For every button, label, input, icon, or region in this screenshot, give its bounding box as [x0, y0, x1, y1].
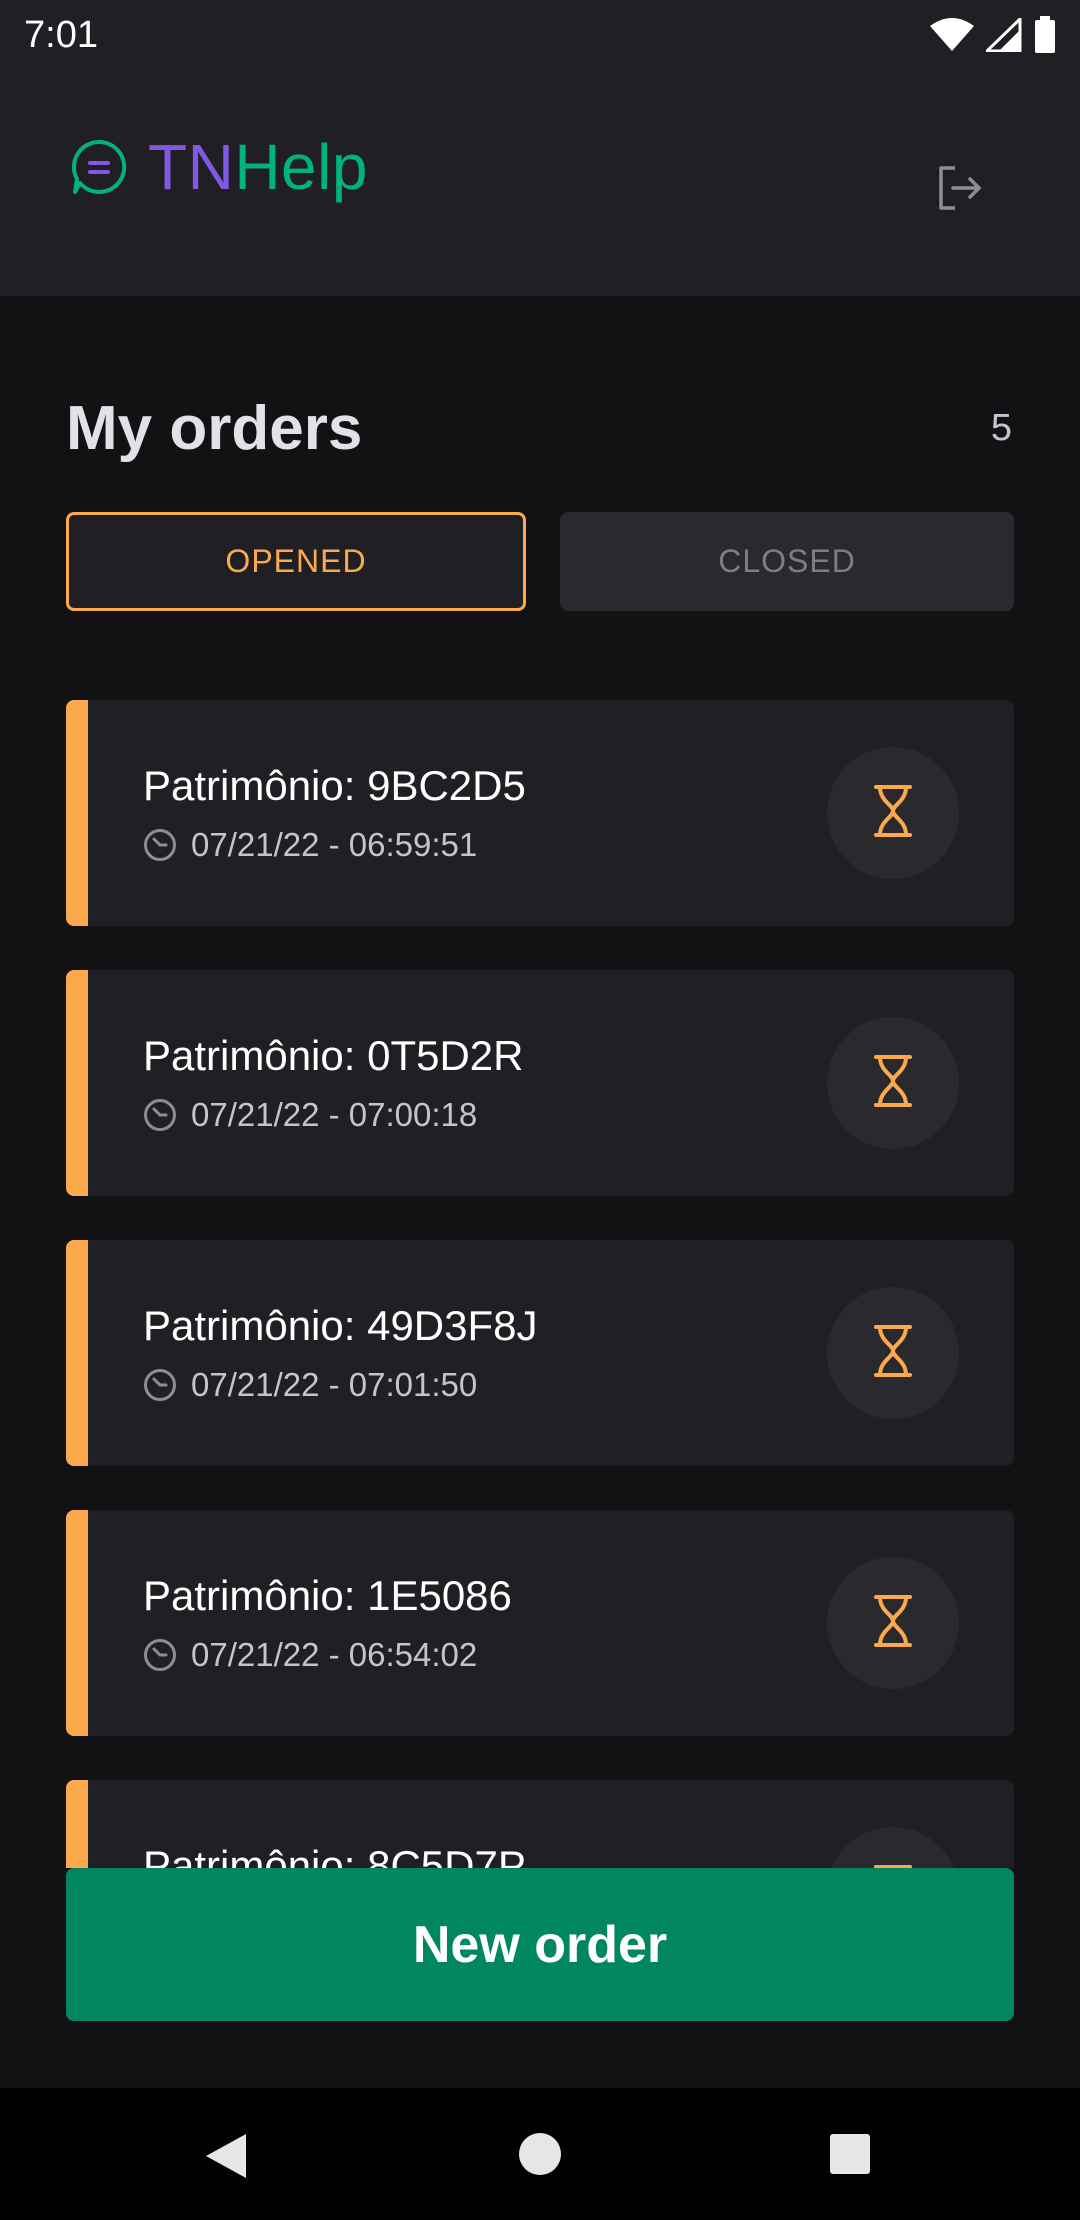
order-date: 07/21/22 - 06:54:02: [191, 1636, 478, 1673]
order-card[interactable]: Patrimônio: 49D3F8J 07/21/22 - 07:01:50: [66, 1240, 1014, 1466]
filter-closed-button[interactable]: CLOSED: [560, 512, 1014, 611]
order-title: Patrimônio: 49D3F8J: [143, 1302, 538, 1349]
new-order-button[interactable]: New order: [66, 1868, 1014, 2021]
hourglass-icon: [873, 1324, 913, 1383]
clock-icon: [143, 1638, 177, 1672]
order-status-indicator: [827, 1827, 959, 1868]
order-date-row: 07/21/22 - 06:59:51: [143, 826, 477, 864]
recents-square-icon[interactable]: [828, 2132, 872, 2181]
page-title: My orders: [66, 393, 363, 463]
chat-bubble-icon: [70, 138, 128, 196]
order-date: 07/21/22 - 06:59:51: [191, 826, 478, 863]
sign-out-icon: [937, 165, 983, 216]
screen: 7:01 TNHelp My orders 5 OPENED CLOSED Pa…: [0, 0, 1080, 2220]
order-card[interactable]: Patrimônio: 8C5D7P: [66, 1780, 1014, 1868]
status-filters: OPENED CLOSED: [66, 512, 1014, 611]
wifi-icon: [930, 18, 974, 52]
app-header: TNHelp: [0, 110, 1080, 240]
back-triangle-icon[interactable]: [204, 2132, 248, 2185]
status-time: 7:01: [24, 13, 98, 56]
order-status-accent: [66, 700, 88, 926]
clock-icon: [143, 1368, 177, 1402]
top-bar: 7:01 TNHelp: [0, 0, 1080, 296]
order-title: Patrimônio: 1E5086: [143, 1572, 512, 1619]
filter-opened-button[interactable]: OPENED: [66, 512, 526, 611]
order-status-indicator: [827, 1287, 959, 1419]
order-title: Patrimônio: 8C5D7P: [143, 1842, 526, 1868]
orders-list[interactable]: Patrimônio: 9BC2D5 07/21/22 - 06:59:51 P…: [66, 700, 1014, 1868]
status-icons: [930, 16, 1056, 54]
battery-icon: [1034, 16, 1056, 54]
clock-icon: [143, 828, 177, 862]
home-circle-icon[interactable]: [518, 2132, 562, 2181]
order-status-accent: [66, 1780, 88, 1868]
order-title: Patrimônio: 0T5D2R: [143, 1032, 524, 1079]
order-date-row: 07/21/22 - 07:00:18: [143, 1096, 477, 1134]
order-title: Patrimônio: 9BC2D5: [143, 762, 526, 809]
order-date-row: 07/21/22 - 06:54:02: [143, 1636, 477, 1674]
order-date: 07/21/22 - 07:00:18: [191, 1096, 478, 1133]
logo-text-help: Help: [234, 131, 368, 203]
order-status-indicator: [827, 1557, 959, 1689]
navigation-bar: [0, 2088, 1080, 2220]
order-date: 07/21/22 - 07:01:50: [191, 1366, 478, 1403]
order-status-accent: [66, 1240, 88, 1466]
hourglass-icon: [873, 1594, 913, 1653]
hourglass-icon: [873, 784, 913, 843]
order-card[interactable]: Patrimônio: 9BC2D5 07/21/22 - 06:59:51: [66, 700, 1014, 926]
status-bar: 7:01: [0, 0, 1080, 70]
order-date-row: 07/21/22 - 07:01:50: [143, 1366, 477, 1404]
order-status-accent: [66, 1510, 88, 1736]
order-status-accent: [66, 970, 88, 1196]
logo-text-tn: TN: [148, 131, 235, 203]
order-status-indicator: [827, 747, 959, 879]
logout-button[interactable]: [930, 160, 990, 220]
order-card[interactable]: Patrimônio: 0T5D2R 07/21/22 - 07:00:18: [66, 970, 1014, 1196]
hourglass-icon: [873, 1054, 913, 1113]
signal-icon: [986, 18, 1022, 52]
logo-text: TNHelp: [148, 130, 368, 204]
order-count: 5: [990, 406, 1012, 449]
order-status-indicator: [827, 1017, 959, 1149]
order-card[interactable]: Patrimônio: 1E5086 07/21/22 - 06:54:02: [66, 1510, 1014, 1736]
logo: TNHelp: [70, 130, 368, 204]
title-row: My orders 5: [66, 388, 1014, 468]
clock-icon: [143, 1098, 177, 1132]
